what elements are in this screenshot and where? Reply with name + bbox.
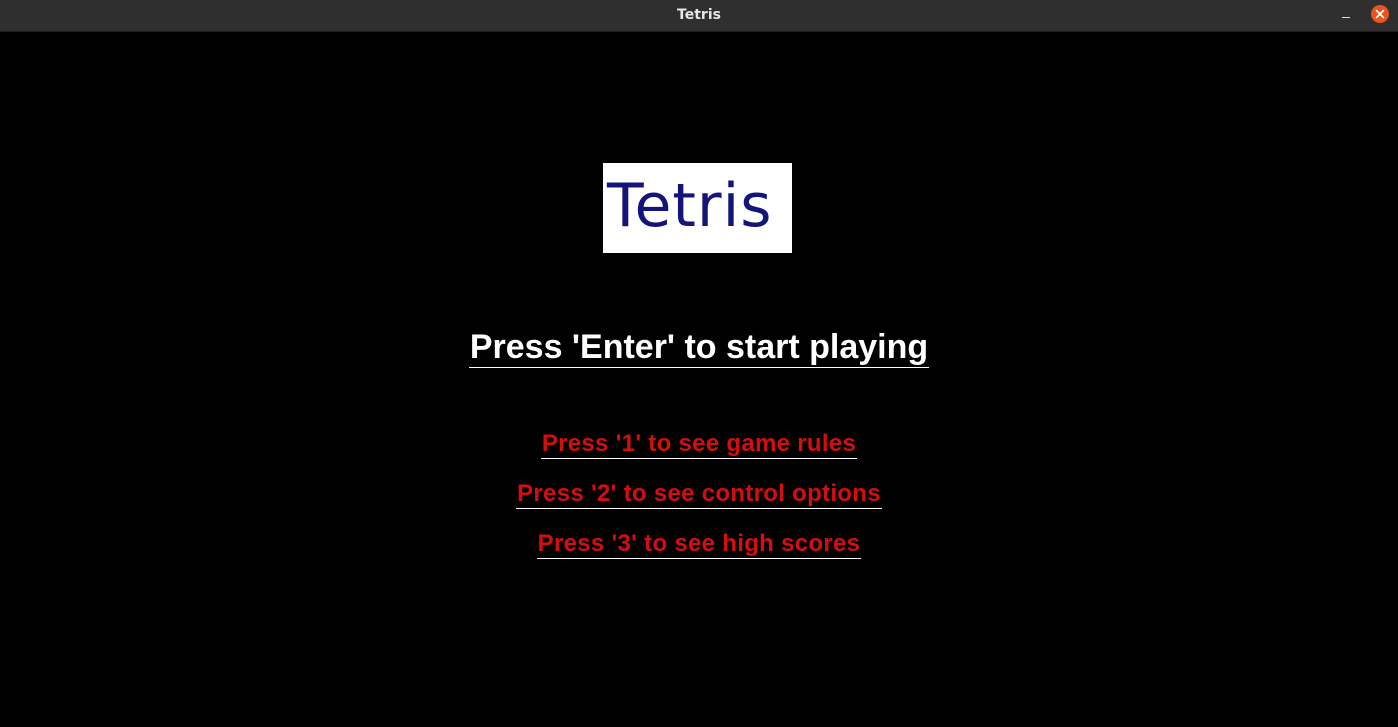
close-button[interactable]: [1371, 5, 1389, 23]
start-prompt-text: Press 'Enter' to start playing: [468, 328, 930, 368]
menu-item-label: Press '1' to see game rules: [540, 430, 858, 459]
minimize-button[interactable]: [1336, 6, 1356, 26]
logo-text: Tetris: [607, 171, 773, 241]
window-titlebar[interactable]: Tetris: [0, 0, 1398, 32]
game-canvas[interactable]: Tetris Press 'Enter' to start playing Pr…: [0, 33, 1398, 727]
window-title: Tetris: [677, 7, 721, 23]
menu-item-high-scores[interactable]: Press '3' to see high scores: [0, 530, 1398, 559]
menu-item-label: Press '2' to see control options: [516, 480, 882, 509]
close-icon: [1375, 9, 1385, 19]
game-logo: Tetris: [603, 163, 792, 253]
menu-item-control-options[interactable]: Press '2' to see control options: [0, 480, 1398, 509]
menu-item-label: Press '3' to see high scores: [536, 530, 862, 559]
menu-item-game-rules[interactable]: Press '1' to see game rules: [0, 430, 1398, 459]
start-prompt: Press 'Enter' to start playing: [0, 327, 1398, 368]
